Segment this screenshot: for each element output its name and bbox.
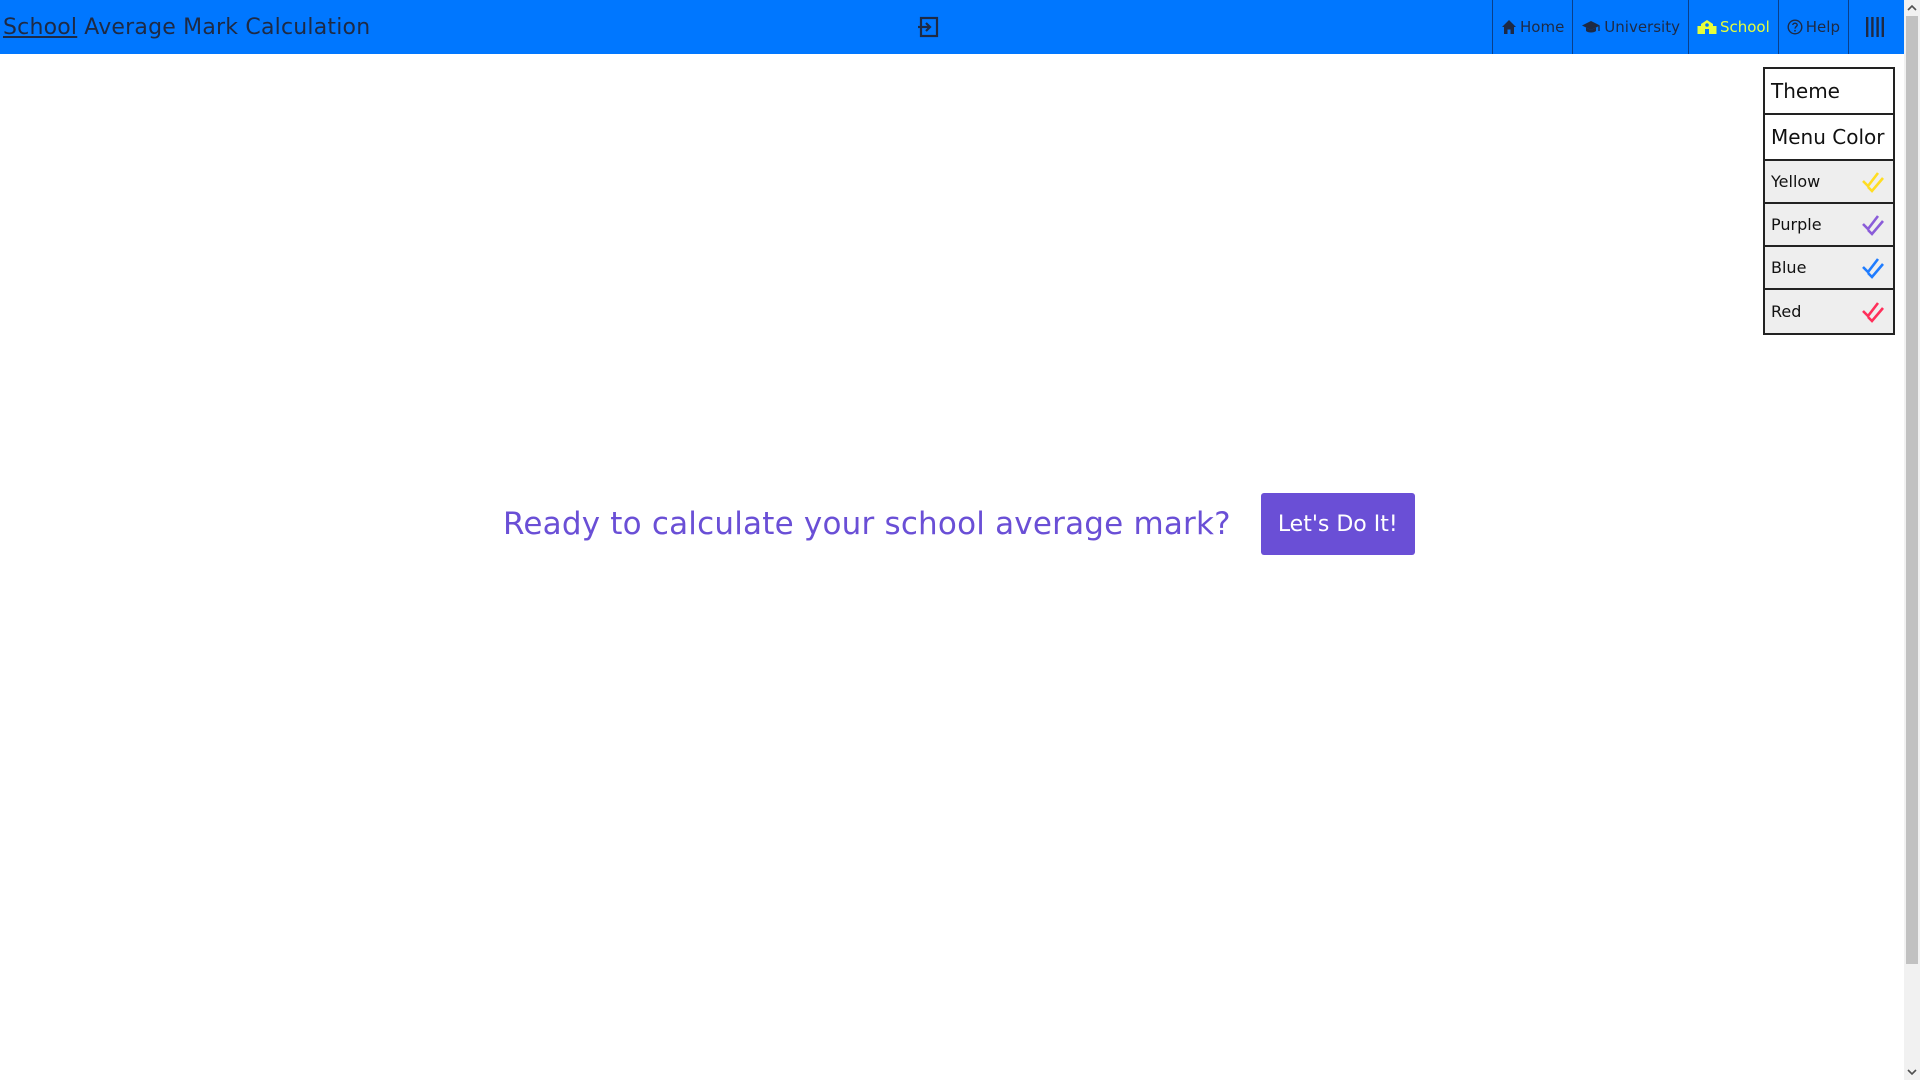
home-icon [1502,20,1516,34]
theme-dropdown: Theme Menu Color Yellow Purple Blue Red [1763,67,1895,335]
main-nav: Home University School Help [1492,0,1904,54]
menu-toggle-button[interactable] [1847,0,1904,54]
theme-heading: Theme [1765,69,1893,115]
vertical-scrollbar[interactable] [1904,0,1920,1080]
school-title-link[interactable]: School [3,15,77,40]
nav-home[interactable]: Home [1492,0,1572,54]
nav-school[interactable]: School [1687,0,1778,54]
scroll-up-arrow[interactable] [1904,0,1920,16]
hero-prompt: Ready to calculate your school average m… [503,506,1231,542]
color-option-purple[interactable]: Purple [1765,204,1893,247]
double-check-icon [1862,301,1884,323]
help-icon [1787,19,1803,35]
nav-help-label: Help [1805,18,1840,36]
nav-home-label: Home [1520,18,1565,36]
color-option-red[interactable]: Red [1765,290,1893,333]
exit-button[interactable] [915,14,941,40]
graduation-cap-icon [1582,21,1601,33]
scrollbar-thumb[interactable] [1906,16,1918,964]
color-option-label: Red [1771,302,1802,321]
nav-school-label: School [1719,18,1770,36]
color-option-label: Purple [1771,215,1822,234]
page-title: School Average Mark Calculation [3,0,370,54]
menu-color-heading: Menu Color [1765,115,1893,161]
color-option-label: Yellow [1771,172,1821,191]
chevron-up-icon [1907,4,1917,11]
chevron-down-icon [1907,1069,1917,1076]
menu-bars-icon [1865,17,1884,37]
exit-icon [918,16,939,38]
double-check-icon [1862,257,1884,279]
top-navbar: School Average Mark Calculation Home Uni… [0,0,1904,54]
color-option-label: Blue [1771,258,1807,277]
nav-university-label: University [1604,18,1680,36]
color-option-blue[interactable]: Blue [1765,247,1893,290]
nav-help[interactable]: Help [1777,0,1848,54]
hero-section: Ready to calculate your school average m… [503,493,1415,555]
color-option-yellow[interactable]: Yellow [1765,161,1893,204]
lets-do-it-button[interactable]: Let's Do It! [1260,493,1415,555]
nav-university[interactable]: University [1572,0,1688,54]
double-check-icon [1862,214,1884,236]
double-check-icon [1862,171,1884,193]
scroll-down-arrow[interactable] [1904,1064,1920,1080]
school-icon [1697,20,1717,34]
title-text: Average Mark Calculation [84,14,371,40]
